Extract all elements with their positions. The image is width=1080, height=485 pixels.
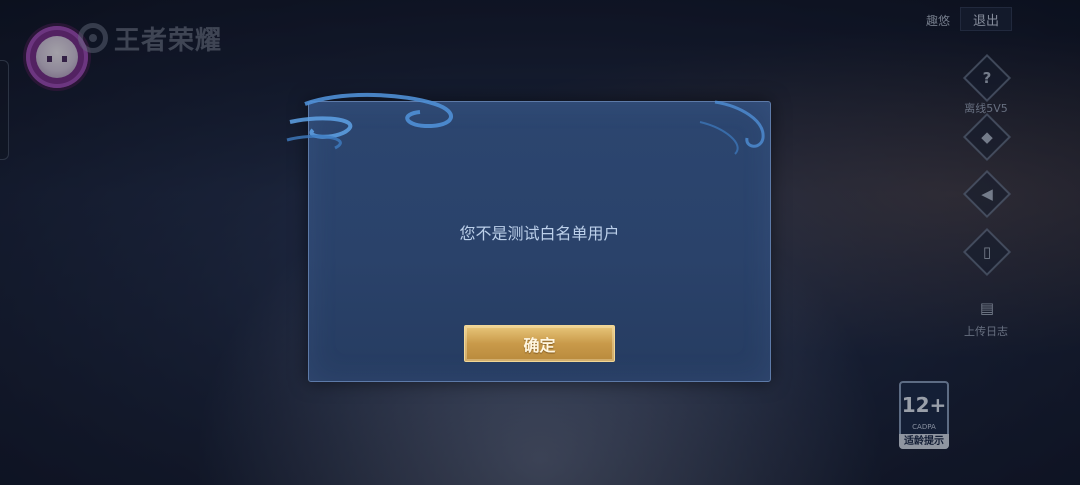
dialog-message: 您不是测试白名单用户 [459,224,620,243]
confirm-button[interactable]: 确定 [464,325,615,362]
